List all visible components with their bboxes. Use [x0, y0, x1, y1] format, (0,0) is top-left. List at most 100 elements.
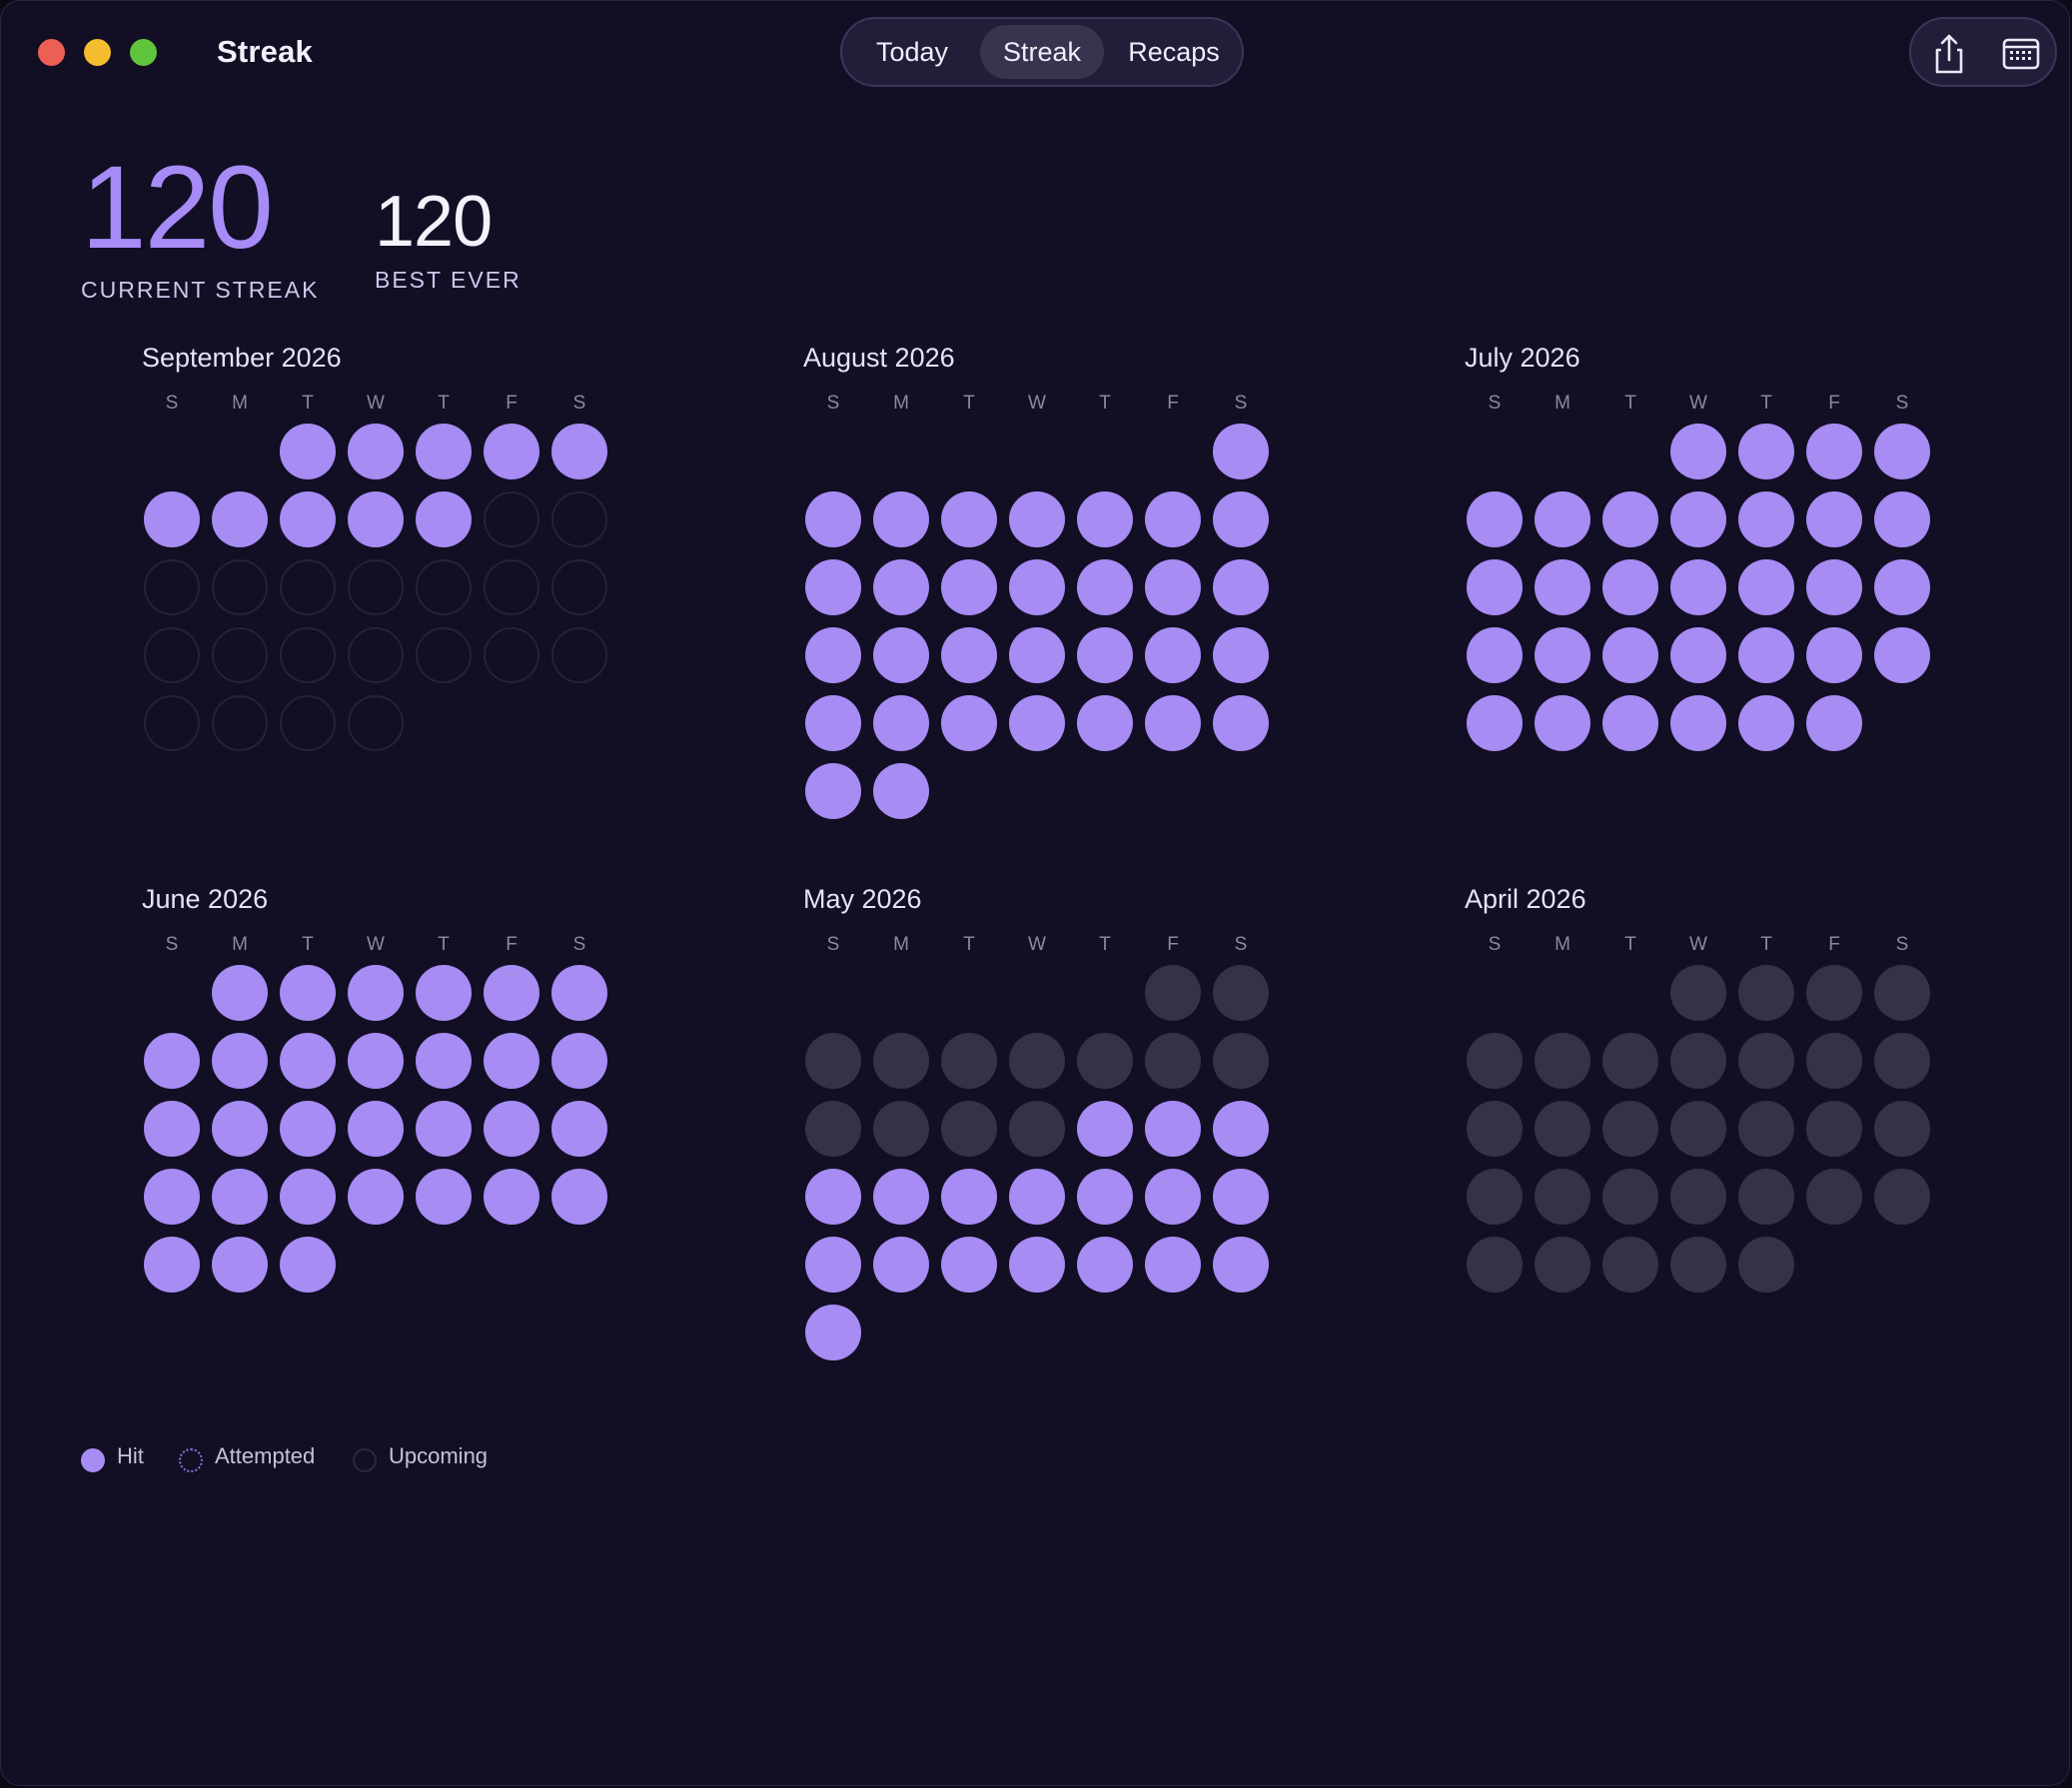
maximize-window-button[interactable] [130, 39, 157, 66]
day-past[interactable] [1806, 1033, 1862, 1089]
day-past[interactable] [1670, 1169, 1726, 1225]
day-hit[interactable] [1213, 491, 1269, 547]
day-upcoming[interactable] [416, 559, 472, 615]
day-hit[interactable] [1670, 695, 1726, 751]
day-hit[interactable] [1602, 627, 1658, 683]
day-hit[interactable] [484, 1169, 539, 1225]
day-hit[interactable] [212, 1237, 268, 1293]
day-hit[interactable] [805, 1305, 861, 1360]
day-upcoming[interactable] [551, 559, 607, 615]
day-hit[interactable] [1009, 1169, 1065, 1225]
day-past[interactable] [1535, 1169, 1590, 1225]
day-hit[interactable] [1467, 491, 1523, 547]
day-past[interactable] [1213, 1033, 1269, 1089]
day-hit[interactable] [280, 965, 336, 1021]
day-hit[interactable] [941, 559, 997, 615]
day-hit[interactable] [1145, 559, 1201, 615]
day-upcoming[interactable] [484, 559, 539, 615]
day-hit[interactable] [1077, 491, 1133, 547]
day-hit[interactable] [1213, 1169, 1269, 1225]
day-hit[interactable] [212, 1169, 268, 1225]
day-hit[interactable] [1145, 1101, 1201, 1157]
day-upcoming[interactable] [144, 695, 200, 751]
day-past[interactable] [1467, 1169, 1523, 1225]
day-upcoming[interactable] [484, 627, 539, 683]
day-hit[interactable] [1077, 1101, 1133, 1157]
day-upcoming[interactable] [348, 695, 404, 751]
day-hit[interactable] [1467, 559, 1523, 615]
day-upcoming[interactable] [144, 559, 200, 615]
day-hit[interactable] [144, 491, 200, 547]
day-hit[interactable] [941, 1169, 997, 1225]
day-past[interactable] [1535, 1237, 1590, 1293]
day-hit[interactable] [212, 965, 268, 1021]
day-hit[interactable] [1874, 424, 1930, 479]
day-hit[interactable] [212, 1033, 268, 1089]
day-upcoming[interactable] [280, 627, 336, 683]
day-hit[interactable] [873, 763, 929, 819]
day-past[interactable] [1009, 1033, 1065, 1089]
day-hit[interactable] [551, 424, 607, 479]
day-past[interactable] [1602, 1169, 1658, 1225]
day-hit[interactable] [348, 1101, 404, 1157]
day-past[interactable] [873, 1101, 929, 1157]
day-past[interactable] [1602, 1237, 1658, 1293]
day-hit[interactable] [941, 627, 997, 683]
day-hit[interactable] [1738, 424, 1794, 479]
day-hit[interactable] [941, 695, 997, 751]
day-hit[interactable] [1467, 695, 1523, 751]
day-past[interactable] [941, 1101, 997, 1157]
day-hit[interactable] [551, 1169, 607, 1225]
day-hit[interactable] [280, 1237, 336, 1293]
day-hit[interactable] [348, 1169, 404, 1225]
day-hit[interactable] [144, 1101, 200, 1157]
day-hit[interactable] [348, 965, 404, 1021]
day-hit[interactable] [805, 627, 861, 683]
day-past[interactable] [1738, 1033, 1794, 1089]
day-past[interactable] [1535, 1101, 1590, 1157]
day-past[interactable] [1806, 1101, 1862, 1157]
tab-streak[interactable]: Streak [980, 25, 1104, 79]
day-past[interactable] [1670, 965, 1726, 1021]
day-hit[interactable] [484, 1033, 539, 1089]
day-past[interactable] [1213, 965, 1269, 1021]
tab-recaps[interactable]: Recaps [1112, 25, 1236, 79]
day-hit[interactable] [1077, 1169, 1133, 1225]
day-past[interactable] [1145, 1033, 1201, 1089]
day-upcoming[interactable] [484, 491, 539, 547]
day-past[interactable] [1467, 1033, 1523, 1089]
day-hit[interactable] [1145, 1169, 1201, 1225]
day-hit[interactable] [1535, 559, 1590, 615]
day-hit[interactable] [551, 1101, 607, 1157]
day-hit[interactable] [1806, 559, 1862, 615]
day-hit[interactable] [484, 965, 539, 1021]
day-hit[interactable] [1670, 627, 1726, 683]
day-hit[interactable] [1213, 559, 1269, 615]
day-hit[interactable] [1806, 695, 1862, 751]
day-hit[interactable] [551, 965, 607, 1021]
day-upcoming[interactable] [416, 627, 472, 683]
day-hit[interactable] [941, 1237, 997, 1293]
day-past[interactable] [1467, 1101, 1523, 1157]
day-hit[interactable] [280, 491, 336, 547]
minimize-window-button[interactable] [84, 39, 111, 66]
day-hit[interactable] [873, 695, 929, 751]
day-hit[interactable] [280, 424, 336, 479]
day-past[interactable] [1806, 965, 1862, 1021]
share-button[interactable] [1927, 32, 1971, 76]
day-past[interactable] [1145, 965, 1201, 1021]
day-hit[interactable] [873, 1237, 929, 1293]
day-past[interactable] [1467, 1237, 1523, 1293]
day-past[interactable] [1874, 1101, 1930, 1157]
day-upcoming[interactable] [144, 627, 200, 683]
day-hit[interactable] [1145, 695, 1201, 751]
day-upcoming[interactable] [212, 559, 268, 615]
day-hit[interactable] [1738, 695, 1794, 751]
day-hit[interactable] [941, 491, 997, 547]
day-hit[interactable] [551, 1033, 607, 1089]
day-hit[interactable] [348, 491, 404, 547]
day-upcoming[interactable] [212, 695, 268, 751]
day-past[interactable] [1874, 1169, 1930, 1225]
day-hit[interactable] [873, 1169, 929, 1225]
day-past[interactable] [1874, 965, 1930, 1021]
